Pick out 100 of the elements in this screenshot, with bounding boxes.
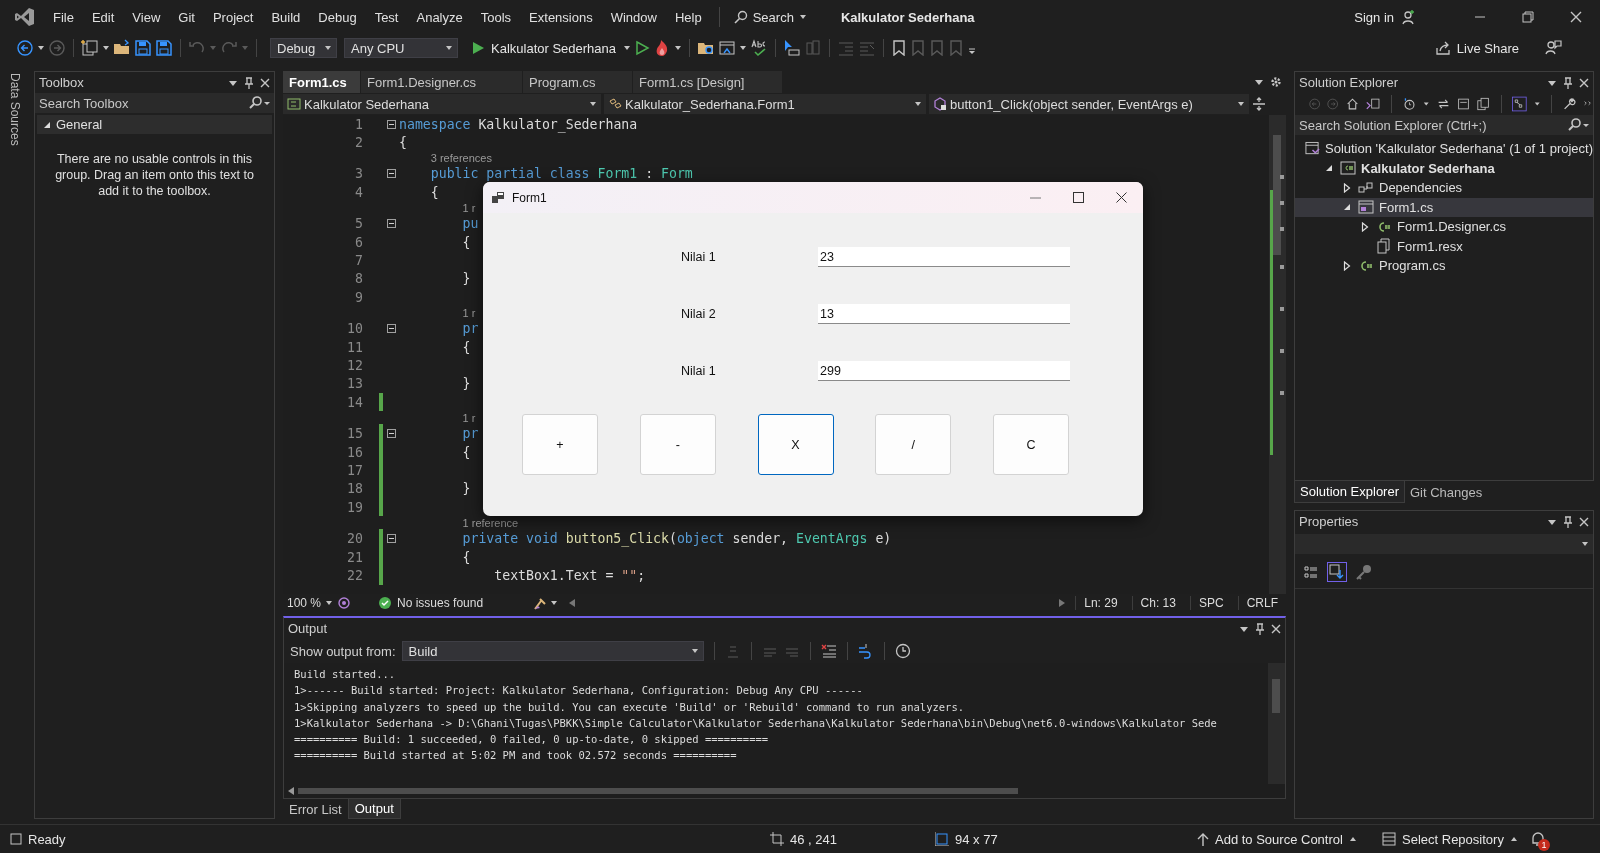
menu-item[interactable]: Edit — [82, 6, 124, 28]
navigation-dropdown[interactable]: button1_Click(object sender, EventArgs e) — [929, 94, 1249, 114]
panel-tab[interactable]: Error List — [283, 799, 348, 819]
reference-count[interactable]: 1 r — [462, 202, 476, 215]
save-all-icon[interactable] — [155, 39, 173, 57]
pin-icon[interactable] — [1563, 515, 1573, 528]
menu-item[interactable]: Debug — [309, 6, 366, 28]
collapse-icon[interactable] — [386, 219, 396, 229]
search-field[interactable]: Search Solution Explorer (Ctrl+;) — [1295, 115, 1563, 135]
new-project-icon[interactable] — [81, 39, 99, 57]
vertical-scrollbar[interactable] — [1269, 115, 1286, 594]
cursor-column[interactable]: Ch: 13 — [1131, 596, 1184, 610]
toolbox-group[interactable]: General — [37, 115, 272, 134]
cursor-line[interactable]: Ln: 29 — [1075, 596, 1126, 610]
live-share-button[interactable]: Live Share — [1434, 40, 1519, 56]
document-tab[interactable]: Form1.cs — [283, 71, 361, 93]
maximize-icon[interactable] — [1073, 192, 1084, 203]
feedback-icon[interactable] — [1544, 39, 1562, 57]
cursor-icon[interactable] — [783, 39, 802, 57]
platform-dropdown[interactable]: Any CPU — [344, 38, 458, 58]
calculator-button[interactable]: / — [875, 414, 952, 475]
cleanup-icon[interactable] — [533, 596, 560, 610]
sign-in-link[interactable]: Sign in — [1354, 9, 1394, 25]
categorized-icon[interactable] — [1303, 564, 1319, 580]
panel-tab[interactable]: Solution Explorer — [1294, 481, 1405, 503]
collapse-icon[interactable] — [386, 324, 396, 334]
menu-item[interactable]: File — [44, 6, 83, 28]
reference-count[interactable]: 1 r — [462, 307, 476, 319]
add-account-icon[interactable] — [1400, 9, 1416, 25]
window-icon[interactable] — [718, 39, 737, 57]
issues-status[interactable]: No issues found — [397, 596, 484, 610]
switch-view-icon[interactable] — [1365, 96, 1381, 112]
clear-all-icon[interactable] — [820, 643, 837, 659]
reference-count[interactable]: 1 r — [462, 411, 476, 424]
history-icon[interactable] — [1403, 96, 1417, 112]
navigation-dropdown[interactable]: Kalkulator Sederhana — [283, 94, 601, 114]
play-outline-icon[interactable] — [634, 40, 651, 56]
panel-tab[interactable]: Git Changes — [1405, 481, 1488, 503]
menu-item[interactable]: Project — [203, 6, 263, 28]
navigation-dropdown[interactable]: Kalkulator_Sederhana.Form1 — [604, 94, 926, 114]
tree-item[interactable]: Kalkulator Sederhana — [1295, 158, 1593, 178]
tree-item[interactable]: Form1.Designer.cs — [1295, 217, 1593, 237]
settings-icon[interactable] — [1270, 76, 1282, 88]
text-field[interactable]: 23 — [818, 247, 1070, 267]
text-field[interactable]: 13 — [818, 304, 1070, 324]
copy-icon[interactable] — [1476, 96, 1490, 112]
open-folder-icon[interactable] — [113, 39, 131, 57]
reference-count[interactable]: 1 reference — [462, 516, 519, 529]
clock-icon[interactable] — [894, 643, 911, 659]
text-field[interactable]: 299 — [818, 361, 1070, 381]
menu-item[interactable]: Help — [665, 6, 711, 28]
wrench-icon[interactable] — [1563, 96, 1577, 112]
pin-icon[interactable] — [244, 76, 254, 89]
menu-item[interactable]: Extensions — [520, 6, 602, 28]
calculator-button[interactable]: + — [522, 414, 598, 475]
data-sources-tab[interactable]: Data Sources — [8, 71, 22, 146]
document-tab[interactable]: Form1.Designer.cs — [361, 71, 523, 93]
menu-item[interactable]: Git — [169, 6, 204, 28]
start-button[interactable]: Kalkulator Sederhana — [467, 40, 621, 56]
menu-item[interactable]: Analyze — [407, 6, 472, 28]
line-ending[interactable]: CRLF — [1237, 596, 1286, 610]
source-control-button[interactable]: Add to Source Control — [1197, 831, 1382, 847]
calculator-button[interactable]: C — [993, 414, 1069, 475]
document-tab[interactable]: Form1.cs [Design] — [633, 71, 783, 93]
reference-count[interactable]: 3 references — [430, 152, 492, 165]
collapse-icon[interactable] — [386, 169, 396, 179]
collapse-all-icon[interactable] — [1456, 96, 1470, 112]
tree-item[interactable]: Dependencies — [1295, 178, 1593, 198]
back-icon[interactable] — [16, 39, 34, 57]
calculator-button[interactable]: - — [639, 414, 716, 475]
search-field[interactable]: Search Toolbox — [35, 93, 244, 113]
tree-item[interactable]: Form1.cs — [1295, 197, 1593, 217]
dropdown-icon[interactable] — [1254, 77, 1264, 87]
collapse-icon[interactable] — [386, 429, 396, 439]
vertical-scrollbar[interactable] — [1268, 663, 1285, 784]
menu-item[interactable]: Test — [365, 6, 408, 28]
calculator-button[interactable]: X — [757, 414, 834, 475]
tree-item[interactable]: Form1.resx — [1295, 236, 1593, 256]
tree-item[interactable]: Program.cs — [1295, 256, 1593, 276]
properties-view-icon[interactable] — [1512, 95, 1527, 113]
pin-icon[interactable] — [1563, 76, 1573, 89]
zoom-dropdown[interactable]: 100 % — [287, 596, 322, 610]
word-wrap-icon[interactable] — [857, 643, 874, 659]
tree-item[interactable]: Solution 'Kalkulator Sederhana' (1 of 1 project) — [1295, 139, 1593, 159]
menu-item[interactable]: Tools — [471, 6, 521, 28]
split-icon[interactable] — [1252, 97, 1266, 111]
key-icon[interactable] — [1355, 563, 1373, 581]
alphabetical-icon[interactable] — [1327, 562, 1347, 582]
restore-icon[interactable] — [1522, 11, 1534, 23]
bookmark-icon[interactable] — [891, 40, 908, 56]
menu-item[interactable]: View — [123, 6, 170, 28]
copilot-icon[interactable] — [337, 596, 352, 610]
indent-mode[interactable]: SPC — [1189, 596, 1232, 610]
panel-tab[interactable]: Output — [347, 799, 401, 819]
collapse-icon[interactable] — [386, 119, 396, 129]
menu-item[interactable]: Build — [262, 6, 310, 28]
configuration-dropdown[interactable]: Debug — [270, 38, 337, 58]
save-icon[interactable] — [134, 39, 152, 57]
pin-icon[interactable] — [1255, 622, 1265, 635]
document-tab[interactable]: Program.cs — [523, 71, 633, 93]
